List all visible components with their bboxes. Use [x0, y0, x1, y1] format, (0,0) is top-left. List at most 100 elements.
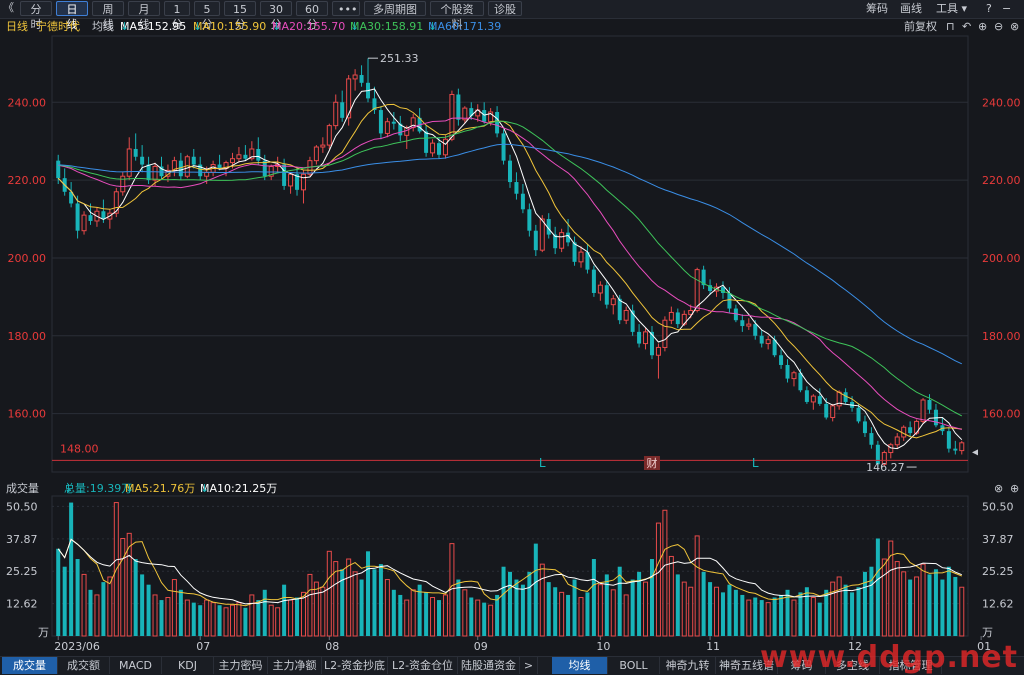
x-tick-label: 08 — [325, 640, 339, 653]
candle-body-down — [495, 112, 500, 134]
volume-tick-label-left: 25.25 — [6, 565, 38, 578]
high-marker-label: 251.33 — [380, 52, 419, 65]
candle-body-up — [313, 146, 319, 162]
volume-bar-down — [759, 600, 764, 636]
volume-bar-down — [953, 576, 958, 636]
x-tick-label: 07 — [196, 640, 210, 653]
overlay-tab-1[interactable]: BOLL — [608, 657, 660, 674]
volume-bar-down — [62, 566, 67, 636]
volume-bar-up — [914, 576, 920, 637]
event-marker: L — [539, 456, 546, 470]
volume-bar-up — [791, 599, 797, 637]
volume-bar-down — [282, 584, 287, 636]
volume-bar-down — [604, 574, 609, 636]
volume-bar-up — [268, 604, 274, 637]
candle-body-up — [610, 298, 616, 306]
volume-bar-down — [69, 502, 74, 636]
volume-bar-down — [733, 589, 738, 636]
volume-bar-up — [830, 581, 836, 637]
volume-bar-up — [384, 579, 390, 637]
volume-bar-up — [881, 558, 887, 637]
candle-body-down — [282, 164, 287, 186]
indicator-tab-6[interactable]: L2-资金抄底 — [322, 657, 388, 674]
volume-bar-down — [507, 571, 513, 636]
candle-body-up — [288, 173, 294, 187]
volume-bar-down — [708, 582, 713, 636]
kline-chart[interactable]: 160.00 160.00 180.00 180.00 200.00 200.00 220.… — [0, 0, 1024, 656]
candle-body-down — [191, 156, 196, 165]
price-tick-label-right: 220.00 — [982, 174, 1021, 187]
volume-bar-up — [307, 573, 313, 637]
indicator-tab-7[interactable]: L2-资金仓位 — [388, 657, 458, 674]
candle-body-up — [597, 284, 603, 294]
volume-bar-down — [178, 589, 183, 636]
volume-bar-down — [243, 607, 248, 636]
candle-body-up — [810, 395, 816, 403]
volume-bar-down — [520, 584, 525, 636]
candle-body-up — [204, 171, 210, 177]
volume-bar-up — [681, 581, 687, 637]
candle-body-up — [668, 311, 674, 321]
candle-body-down — [437, 143, 442, 155]
volume-tick-label-right: 12.62 — [982, 598, 1014, 611]
candle-body-down — [785, 364, 790, 379]
volume-bar-down — [798, 592, 803, 636]
volume-bar-up — [94, 594, 100, 637]
volume-bar-up — [462, 589, 468, 637]
volume-bar-down — [630, 579, 635, 636]
volume-bar-down — [649, 559, 654, 636]
volume-bar-up — [539, 563, 545, 637]
volume-bar-up — [288, 599, 294, 637]
volume-bar-down — [527, 571, 532, 636]
indicator-tab-3[interactable]: KDJ — [162, 657, 214, 674]
overlay-tab-2[interactable]: 神奇九转 — [660, 657, 716, 674]
indicator-tab-5[interactable]: 主力净额 — [268, 657, 322, 674]
indicator-tab-0[interactable]: 成交量 — [2, 657, 58, 674]
volume-bar-down — [753, 597, 758, 636]
volume-bar-up — [313, 581, 319, 637]
candle-body-up — [765, 339, 771, 345]
indicator-tab-2[interactable]: MACD — [110, 657, 162, 674]
candle-body-down — [140, 156, 145, 165]
volume-bar-up — [597, 584, 603, 637]
overlay-tab-0[interactable]: 均线 — [552, 657, 608, 674]
candle-body-down — [637, 331, 642, 344]
price-tick-label-left: 160.00 — [8, 408, 47, 421]
candle-body-down — [75, 203, 80, 231]
candle-body-up — [300, 173, 306, 191]
indicator-tab-1[interactable]: 成交额 — [58, 657, 110, 674]
tabs-scroll-right-icon[interactable]: > — [520, 657, 538, 674]
volume-bar-down — [88, 589, 93, 636]
volume-bar-down — [933, 569, 938, 636]
volume-bar-down — [591, 559, 596, 636]
candle-body-down — [798, 372, 803, 391]
current-price-marker-icon — [972, 449, 978, 456]
volume-bar-up — [204, 599, 210, 637]
indicator-tab-8[interactable]: 陆股通资金 — [458, 657, 520, 674]
candle-body-down — [507, 160, 513, 183]
volume-bar-up — [714, 586, 720, 637]
volume-bar-up — [623, 594, 629, 637]
volume-bar-down — [927, 574, 932, 636]
price-tick-label-left: 200.00 — [8, 252, 47, 265]
volume-bar-up — [610, 589, 616, 637]
volume-bar-down — [546, 582, 551, 636]
candle-body-up — [959, 442, 965, 452]
volume-bar-up — [810, 597, 816, 637]
volume-bar-down — [824, 589, 829, 636]
volume-bar-up — [959, 586, 965, 637]
candle-body-up — [333, 101, 339, 127]
volume-bar-down — [56, 548, 61, 636]
volume-bar-up — [836, 576, 842, 637]
volume-bar-up — [165, 597, 171, 637]
candle-body-down — [88, 215, 93, 221]
indicator-tab-4[interactable]: 主力密码 — [214, 657, 268, 674]
candle-body-up — [901, 426, 907, 438]
volume-tick-label-right: 37.87 — [982, 533, 1014, 546]
volume-bar-down — [372, 569, 377, 636]
candle-body-up — [539, 218, 545, 251]
volume-bar-down — [359, 579, 364, 636]
candle-body-down — [862, 421, 867, 434]
price-tick-label-left: 180.00 — [8, 330, 47, 343]
candle-body-down — [591, 269, 596, 293]
